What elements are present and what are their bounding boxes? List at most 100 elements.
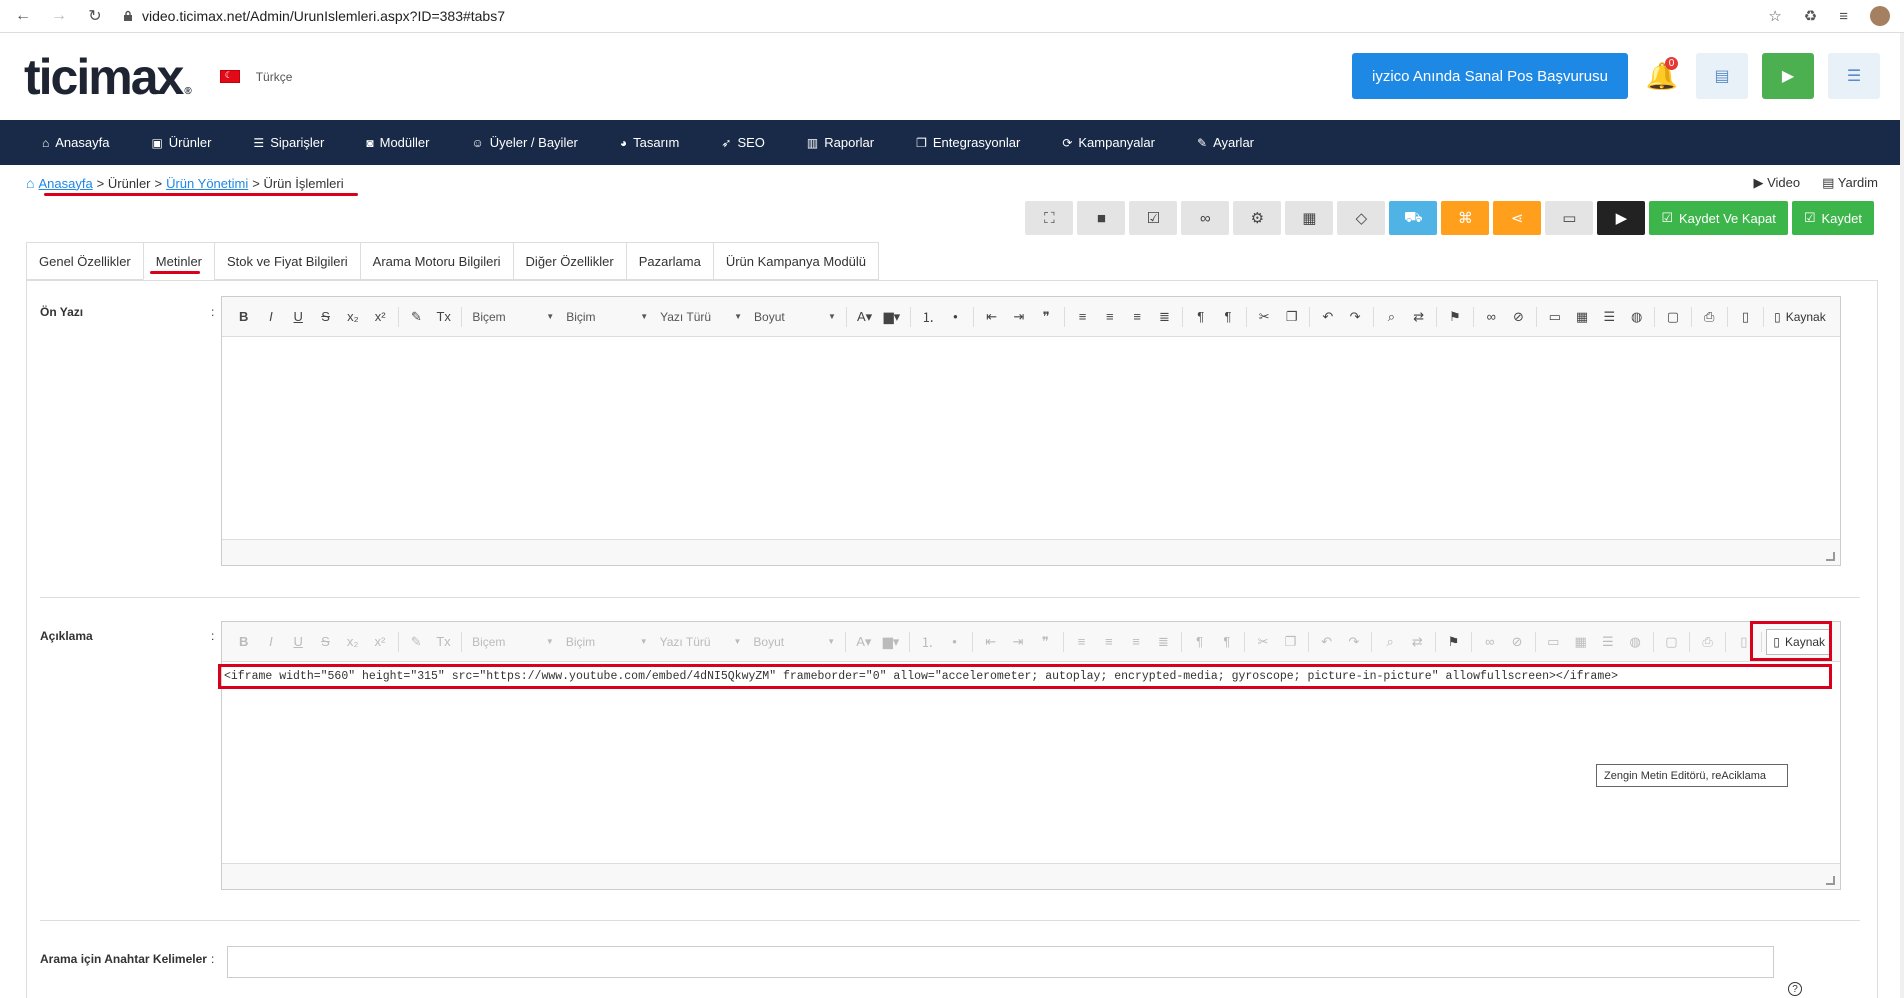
command-button[interactable]: ⌘ — [1441, 201, 1490, 235]
blockquote-icon[interactable]: ❞ — [1033, 303, 1060, 331]
settings-button[interactable]: ⚙ — [1233, 201, 1282, 235]
flag-anchor-icon[interactable]: ⚑ — [1441, 303, 1468, 331]
indent-icon[interactable]: ⇥ — [1005, 303, 1032, 331]
resize-handle-icon[interactable] — [1826, 876, 1835, 885]
keywords-input[interactable] — [227, 946, 1774, 978]
breadcrumb-home[interactable]: Anasayfa — [38, 176, 92, 191]
question-icon[interactable]: ? — [1788, 982, 1802, 996]
align-left-icon[interactable]: ≡ — [1069, 303, 1096, 331]
italic-icon[interactable]: I — [257, 303, 284, 331]
align-center-icon[interactable]: ≡ — [1095, 628, 1122, 656]
underline-icon[interactable]: U — [285, 303, 312, 331]
bg-color-icon[interactable]: ▆▾ — [878, 303, 905, 331]
image-icon[interactable]: ▭ — [1541, 303, 1568, 331]
format-dropdown[interactable]: Biçim ▼ — [560, 629, 654, 655]
align-left-icon[interactable]: ≡ — [1068, 628, 1095, 656]
horizontal-line-icon[interactable]: ☰ — [1596, 303, 1623, 331]
link-icon[interactable]: ∞ — [1478, 303, 1505, 331]
nav-kampanyalar[interactable]: ⟳ Kampanyalar — [1062, 135, 1176, 150]
nav-anasayfa[interactable]: ⌂ Anasayfa — [42, 135, 130, 150]
indent-icon[interactable]: ⇥ — [1004, 628, 1031, 656]
align-right-icon[interactable]: ≡ — [1123, 303, 1150, 331]
notifications-button[interactable]: 🔔 0 — [1642, 53, 1682, 99]
superscript-icon[interactable]: x² — [366, 303, 393, 331]
format-painter-icon[interactable]: ✎ — [403, 303, 430, 331]
extension-icon[interactable]: ♻ — [1804, 7, 1817, 25]
bookmark-star-icon[interactable]: ☆ — [1768, 7, 1781, 25]
align-justify-icon[interactable]: ≣ — [1151, 303, 1178, 331]
ticimax-logo[interactable]: ticimax ® — [24, 48, 192, 106]
link-button[interactable]: ∞ — [1181, 201, 1230, 235]
font-dropdown[interactable]: Yazı Türü ▼ — [654, 304, 748, 330]
blockquote-icon[interactable]: ❞ — [1032, 628, 1059, 656]
forward-icon[interactable]: → — [50, 7, 68, 25]
unlink-icon[interactable]: ⊘ — [1505, 303, 1532, 331]
shipping-button[interactable]: ⛟ — [1389, 201, 1438, 235]
tab-arama-motoru[interactable]: Arama Motoru Bilgileri — [359, 242, 513, 280]
page-icon[interactable]: ▯ — [1732, 303, 1759, 331]
source-button[interactable]: ▯ Kaynak — [1768, 304, 1832, 330]
unlink-icon[interactable]: ⊘ — [1503, 628, 1530, 656]
style-dropdown[interactable]: Biçem ▼ — [466, 304, 560, 330]
link-icon[interactable]: ∞ — [1476, 628, 1503, 656]
bg-color-icon[interactable]: ▆▾ — [877, 628, 904, 656]
tab-kampanya-modulu[interactable]: Ürün Kampanya Modülü — [712, 242, 880, 280]
style-dropdown[interactable]: Biçem ▼ — [466, 629, 560, 655]
docs-button[interactable]: ▤ — [1696, 53, 1748, 99]
maximize-icon[interactable]: ▢ — [1658, 628, 1685, 656]
video-button[interactable]: ■ — [1077, 201, 1126, 235]
tab-pazarlama[interactable]: Pazarlama — [625, 242, 713, 280]
superscript-icon[interactable]: x² — [366, 628, 393, 656]
table-button[interactable]: ▦ — [1285, 201, 1334, 235]
iyzico-apply-button[interactable]: iyzico Anında Sanal Pos Başvurusu — [1352, 53, 1628, 99]
table-icon[interactable]: ▦ — [1568, 303, 1595, 331]
video-link[interactable]: ▶ Video — [1753, 175, 1800, 191]
bold-icon[interactable]: B — [230, 303, 257, 331]
outdent-icon[interactable]: ⇤ — [978, 303, 1005, 331]
strikethrough-icon[interactable]: S — [312, 628, 339, 656]
nav-entegrasyonlar[interactable]: ❐ Entegrasyonlar — [916, 135, 1041, 150]
ltr-icon[interactable]: ¶ — [1186, 628, 1213, 656]
tab-genel-ozellikler[interactable]: Genel Özellikler — [26, 242, 143, 280]
subscript-icon[interactable]: x₂ — [339, 303, 366, 331]
image-button[interactable]: ▭ — [1545, 201, 1594, 235]
find-icon[interactable]: ⌕ — [1378, 303, 1405, 331]
table-icon[interactable]: ▦ — [1567, 628, 1594, 656]
undo-icon[interactable]: ↶ — [1314, 303, 1341, 331]
nav-siparisler[interactable]: ☰ Siparişler — [253, 135, 345, 150]
tab-metinler[interactable]: Metinler — [142, 242, 215, 280]
redo-icon[interactable]: ↷ — [1340, 628, 1367, 656]
tab-stok-fiyat[interactable]: Stok ve Fiyat Bilgileri — [214, 242, 360, 280]
source-code-text[interactable]: <iframe width="560" height="315" src="ht… — [218, 664, 1832, 689]
menu-button[interactable]: ☰ — [1828, 53, 1880, 99]
save-and-close-button[interactable]: ☑ Kaydet Ve Kapat — [1649, 201, 1788, 235]
copy-icon[interactable]: ❐ — [1277, 628, 1304, 656]
maximize-icon[interactable]: ▢ — [1659, 303, 1686, 331]
italic-icon[interactable]: I — [257, 628, 284, 656]
align-justify-icon[interactable]: ≣ — [1150, 628, 1177, 656]
font-dropdown[interactable]: Yazı Türü ▼ — [654, 629, 748, 655]
replace-icon[interactable]: ⇄ — [1404, 628, 1431, 656]
print-icon[interactable]: ⎙ — [1696, 303, 1723, 331]
numbered-list-icon[interactable]: ⒈ — [914, 303, 941, 331]
aciklama-source-area[interactable] — [222, 662, 1840, 863]
find-icon[interactable]: ⌕ — [1376, 628, 1403, 656]
format-dropdown[interactable]: Biçim ▼ — [560, 304, 654, 330]
numbered-list-icon[interactable]: ⒈ — [914, 628, 941, 656]
bullet-list-icon[interactable]: • — [942, 303, 969, 331]
bullet-list-icon[interactable]: • — [941, 628, 968, 656]
size-dropdown[interactable]: Boyut ▼ — [747, 629, 841, 655]
size-dropdown[interactable]: Boyut ▼ — [748, 304, 842, 330]
rtl-icon[interactable]: ¶ — [1213, 628, 1240, 656]
image-icon[interactable]: ▭ — [1540, 628, 1567, 656]
help-link[interactable]: ▤ Yardim — [1822, 175, 1878, 191]
remove-format-icon[interactable]: Tx — [430, 303, 457, 331]
ltr-icon[interactable]: ¶ — [1187, 303, 1214, 331]
back-icon[interactable]: ← — [14, 7, 32, 25]
crop-button[interactable]: ⛶ — [1025, 201, 1074, 235]
remove-format-icon[interactable]: Tx — [430, 628, 457, 656]
text-color-icon[interactable]: A▾ — [850, 628, 877, 656]
address-bar[interactable]: video.ticimax.net/Admin/UrunIslemleri.as… — [122, 3, 1750, 29]
share-button[interactable]: ⋖ — [1493, 201, 1542, 235]
nav-moduller[interactable]: ◙ Modüller — [366, 135, 450, 150]
